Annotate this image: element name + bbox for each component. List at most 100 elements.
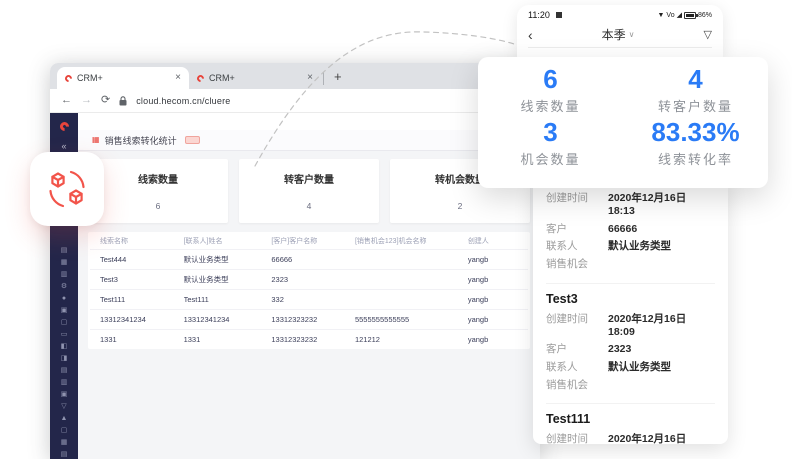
phone-stat: 3 机会数量 — [478, 118, 623, 168]
sidebar-app-icon[interactable]: ▭ — [61, 331, 68, 338]
table-header-cell: [联系人]姓名 — [184, 236, 272, 246]
phone-stat: 83.33% 线索转化率 — [623, 118, 768, 168]
battery-icon — [684, 12, 696, 19]
stat-card-value: 2 — [458, 201, 463, 211]
table-row[interactable]: 1331234123413312341234133123232325555555… — [90, 309, 528, 329]
crm-logo-icon — [58, 120, 71, 133]
hecom-favicon-icon — [64, 73, 74, 83]
sidebar-app-icon[interactable]: ▦ — [61, 259, 68, 266]
table-header-cell: 线索名称 — [100, 236, 184, 246]
field-value: 2020年12月16日 18:09 — [608, 313, 715, 339]
url-text[interactable]: cloud.hecom.cn/cluere — [136, 96, 230, 106]
table-header-cell: [销售机会123]机会名称 — [355, 236, 468, 246]
phone-stat-value: 6 — [543, 65, 557, 95]
table-cell: yangb — [468, 315, 518, 324]
table-header-cell: 创建人 — [468, 236, 518, 246]
collapse-sidebar-icon[interactable]: « — [61, 141, 66, 151]
sidebar-app-icon[interactable]: ⚙ — [61, 283, 67, 290]
leads-table: 线索名称[联系人]姓名[客户]客户名称[销售机会123]机会名称创建人 Test… — [88, 232, 530, 349]
table-cell: 默认业务类型 — [184, 274, 272, 285]
table-cell: 13312323232 — [271, 335, 355, 344]
sidebar-app-icon[interactable]: ▣ — [61, 307, 68, 314]
battery-percent: 86% — [698, 12, 712, 19]
sidebar-app-icon[interactable]: ▤ — [61, 367, 68, 374]
table-cell: 13312341234 — [100, 315, 184, 324]
browser-tab-crm-active[interactable]: CRM+ × — [57, 67, 189, 89]
sidebar-app-icon[interactable]: ◨ — [61, 355, 68, 362]
tab-label: CRM+ — [77, 73, 103, 83]
sidebar-app-icon[interactable]: ▥ — [61, 379, 68, 386]
field-value: 2323 — [608, 343, 631, 356]
phone-list-item[interactable]: 创建时间 2020年12月16日 18:13 客户 66666 联系人 默认业务… — [546, 192, 715, 284]
sidebar-app-icon[interactable]: ▥ — [61, 271, 68, 278]
sync-cubes-icon — [45, 167, 89, 211]
sidebar-app-icon[interactable]: ▤ — [61, 451, 68, 458]
lead-field-row: 创建时间 2020年12月16日 18:09 — [546, 313, 715, 339]
status-app-icon — [556, 12, 562, 18]
table-cell: yangb — [468, 255, 518, 264]
field-label: 创建时间 — [546, 313, 598, 339]
lead-title: Test3 — [546, 292, 715, 306]
field-label: 客户 — [546, 343, 598, 356]
table-cell: yangb — [468, 295, 518, 304]
field-value: 默认业务类型 — [608, 361, 671, 374]
phone-stat-value: 3 — [543, 118, 557, 148]
sidebar-app-icon[interactable]: ▢ — [61, 319, 68, 326]
table-cell: Test3 — [100, 275, 184, 284]
marketing-composition: CRM+ × CRM+ × + ← → ⟳ cloud.hecom.cn/clu… — [0, 0, 792, 459]
table-row[interactable]: Test444默认业务类型66666yangb — [90, 249, 528, 269]
module-tab-title[interactable]: 销售线索转化统计 — [105, 134, 177, 147]
module-tab-bar: ▦ 销售线索转化统计 — [78, 130, 540, 151]
lead-fields: 创建时间 2020年12月16日 18:09 客户 2323 联系人 默认业务类… — [546, 313, 715, 392]
phone-list-item[interactable]: Test3 创建时间 2020年12月16日 18:09 客户 2323 — [546, 292, 715, 405]
chevron-down-icon: ∨ — [629, 30, 635, 39]
table-row[interactable]: Test3默认业务类型2323yangb — [90, 269, 528, 289]
filter-icon[interactable]: ▽ — [704, 28, 712, 41]
signal-icon: ◢ — [677, 11, 682, 19]
sidebar-app-icon[interactable]: ▦ — [61, 439, 68, 446]
lead-field-row: 联系人 默认业务类型 — [546, 361, 715, 374]
phone-stat: 4 转客户数量 — [623, 65, 768, 115]
phone-stat-value: 83.33% — [651, 118, 739, 148]
sidebar-app-icon[interactable]: ▤ — [61, 247, 68, 254]
sidebar-app-icon[interactable]: ▢ — [61, 427, 68, 434]
new-tab-button[interactable]: + — [328, 69, 348, 89]
sidebar-app-icon[interactable]: ● — [62, 295, 66, 302]
table-cell: 5555555555555 — [355, 315, 468, 324]
sidebar-app-icons: ▤ ▦ ▥ ⚙ ● ▣ ▢ ▭ ◧ ◨ ▤ ▥ ▣ ▽ ▲ ▢ ▦ ▤ — [61, 247, 68, 458]
forward-icon[interactable]: → — [81, 95, 92, 106]
lead-title: Test111 — [546, 412, 715, 426]
table-cell: 13312323232 — [271, 315, 355, 324]
period-label: 本季 — [602, 26, 626, 43]
table-cell: 121212 — [355, 335, 468, 344]
crm-top-navbar — [78, 113, 540, 130]
sidebar-app-icon[interactable]: ▣ — [61, 391, 68, 398]
sidebar-app-icon[interactable]: ▽ — [61, 403, 66, 410]
sidebar-app-icon[interactable]: ◧ — [61, 343, 68, 350]
table-row[interactable]: 1331133113312323232121212yangb — [90, 329, 528, 349]
lock-icon — [119, 96, 127, 106]
reload-icon[interactable]: ⟳ — [101, 95, 110, 106]
table-cell: 2323 — [271, 275, 355, 284]
lead-field-row: 创建时间 2020年12月16日 18:13 — [546, 192, 715, 218]
field-label: 联系人 — [546, 240, 598, 253]
browser-tab-crm-inactive[interactable]: CRM+ × — [189, 67, 321, 89]
browser-tab-strip: CRM+ × CRM+ × + — [50, 63, 540, 89]
crm-app-frame: « ▤▦▥⚙●▣▢▭◧◨▤▥▣▽▲▢▦▤ ▦ 销售线索转化统计 线 — [50, 113, 540, 459]
browser-window: CRM+ × CRM+ × + ← → ⟳ cloud.hecom.cn/clu… — [50, 63, 540, 459]
phone-back-icon[interactable]: ‹ — [528, 28, 533, 42]
close-tab-icon[interactable]: × — [175, 73, 181, 83]
stat-card-value: 6 — [156, 201, 161, 211]
stat-card-row: 线索数量 6 转客户数量 4 转机会数量 2 — [78, 151, 540, 231]
phone-stats-card: 6 线索数量 4 转客户数量 3 机会数量 83.33% 线索转化率 — [478, 57, 768, 188]
back-icon[interactable]: ← — [61, 95, 72, 106]
period-dropdown[interactable]: 本季 ∨ — [602, 26, 635, 43]
stat-card-label: 转客户数量 — [284, 171, 334, 186]
phone-list-item[interactable]: Test111 创建时间 2020年12月16日 15:52 客户 332 — [546, 412, 715, 444]
field-value: 2020年12月16日 15:52 — [608, 433, 715, 444]
close-tab-icon[interactable]: × — [307, 73, 313, 83]
table-row[interactable]: Test111Test111332yangb — [90, 289, 528, 309]
stat-card: 转客户数量 4 — [239, 159, 379, 223]
sidebar-app-icon[interactable]: ▲ — [61, 415, 68, 422]
field-label: 销售机会 — [546, 258, 598, 271]
